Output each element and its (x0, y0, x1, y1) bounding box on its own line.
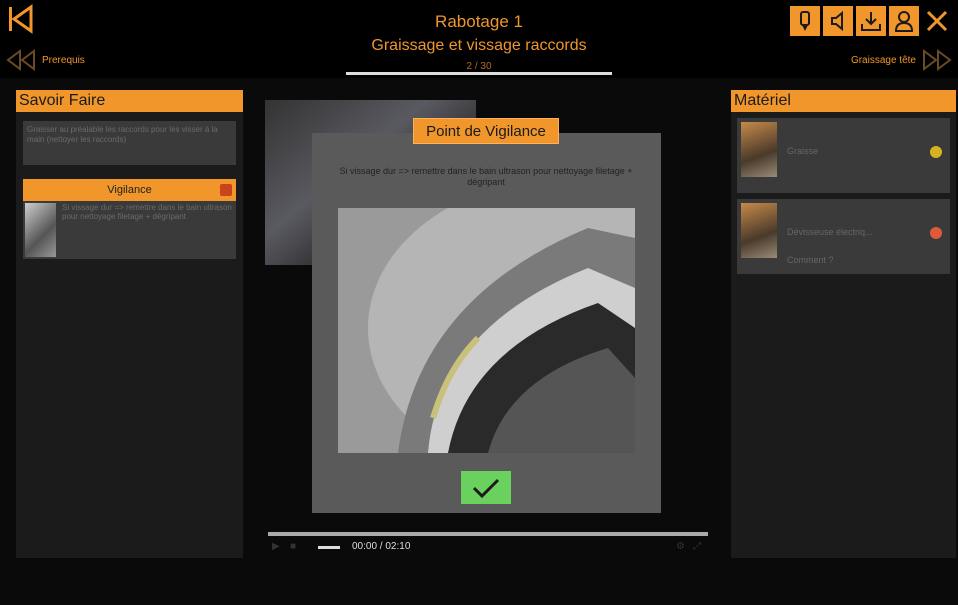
marker-icon (800, 11, 810, 31)
warning-icon (220, 184, 232, 196)
vigilance-text: Si vissage dur => remettre dans le bain … (62, 203, 232, 221)
header-divider (346, 72, 612, 75)
vigilance-item[interactable]: Si vissage dur => remettre dans le bain … (23, 201, 236, 259)
savoir-faire-panel: Savoir Faire Graisser au préalable les r… (16, 90, 243, 558)
vigilance-header[interactable]: Vigilance (23, 179, 236, 201)
video-progress-bar[interactable] (268, 532, 708, 536)
previous-arrows-icon (6, 49, 35, 71)
speaker-icon (831, 10, 843, 32)
materiel-link[interactable]: Comment ? (787, 255, 834, 265)
checkmark-icon (472, 478, 500, 498)
vigilance-thumbnail (25, 203, 57, 257)
next-step-label: Graissage tête (850, 54, 916, 66)
materiel-item[interactable]: Graisse (737, 118, 950, 193)
minus-status-icon (930, 227, 942, 239)
app-root: Rabotage 1 Graissage et vissage raccords… (0, 0, 958, 605)
play-icon[interactable]: ▶ (272, 542, 282, 552)
modal-title: Point de Vigilance (413, 118, 559, 144)
modal-text: Si vissage dur => remettre dans le bain … (339, 166, 633, 187)
materiel-item[interactable]: Dévisseuse électriq... Comment ? (737, 199, 950, 274)
savoir-faire-title: Savoir Faire (16, 90, 243, 112)
fitting-photo (338, 208, 635, 453)
next-step-button[interactable]: Graissage tête (851, 48, 952, 72)
materiel-name: Graisse (787, 146, 819, 156)
materiel-panel: Matériel Graisse Dévisseuse électriq... … (731, 90, 956, 558)
modal-photo (338, 208, 635, 453)
toolbar (790, 6, 952, 36)
download-icon (861, 12, 881, 31)
volume-slider[interactable] (318, 546, 340, 549)
materiel-thumbnail (741, 122, 777, 177)
user-icon (894, 11, 914, 32)
materiel-name: Dévisseuse électriq... (787, 227, 873, 237)
materiel-title: Matériel (731, 90, 956, 112)
audio-button[interactable] (823, 6, 853, 36)
savoir-faire-description: Graisser au préalable les raccords pour … (23, 121, 236, 165)
next-arrows-icon (923, 49, 952, 71)
vigilance-label: Vigilance (107, 184, 152, 196)
step-counter: 2 / 30 (466, 61, 492, 72)
step-title: Graissage et vissage raccords (371, 37, 587, 54)
materiel-thumbnail (741, 203, 777, 258)
confirm-button[interactable] (461, 471, 511, 504)
user-button[interactable] (889, 6, 919, 36)
previous-step-label: Prerequis (42, 54, 85, 66)
close-icon (926, 10, 948, 32)
header: Rabotage 1 Graissage et vissage raccords… (0, 0, 958, 78)
skip-icon[interactable]: ■ (290, 542, 300, 552)
download-button[interactable] (856, 6, 886, 36)
check-status-icon (930, 146, 942, 158)
video-time: 00:00 / 02:10 (352, 541, 411, 552)
settings-icon[interactable]: ⚙ (676, 542, 686, 552)
fullscreen-icon[interactable]: ⤢ (693, 542, 703, 552)
video-controls: ▶ ■ 00:00 / 02:10 ⚙ ⤢ (268, 540, 708, 556)
marker-button[interactable] (790, 6, 820, 36)
close-button[interactable] (922, 6, 952, 36)
previous-step-button[interactable]: Prerequis (6, 48, 85, 72)
